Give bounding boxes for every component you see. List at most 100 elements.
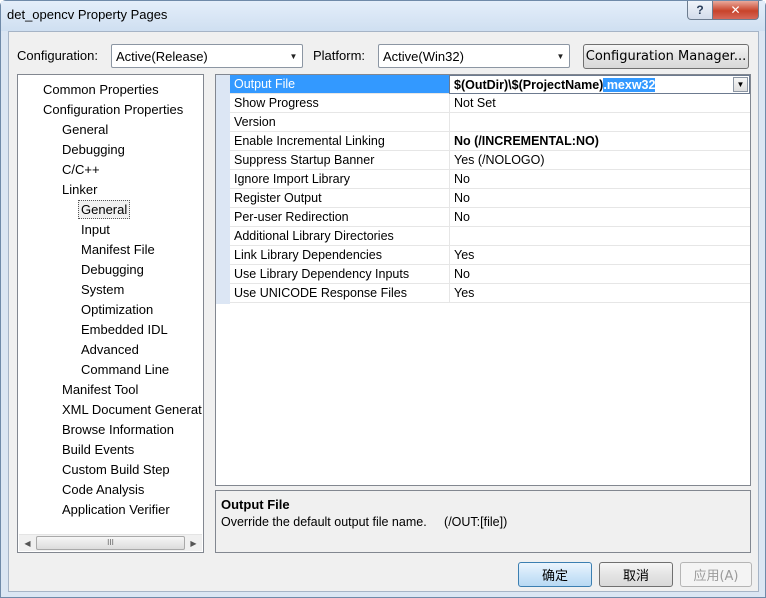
property-value-text: No <box>454 267 470 281</box>
ok-button[interactable]: 确定 <box>518 562 592 587</box>
property-name: Version <box>234 115 276 129</box>
tree-item[interactable]: System <box>79 280 126 299</box>
property-row[interactable]: Output File $(OutDir)\$(ProjectName).mexw… <box>230 75 750 94</box>
property-row[interactable]: Ignore Import Library No <box>230 170 750 189</box>
property-value-text: Not Set <box>454 96 496 110</box>
tree-item[interactable]: Optimization <box>79 300 155 319</box>
tree-item[interactable]: Configuration Properties <box>41 100 185 119</box>
property-name: Ignore Import Library <box>234 172 351 186</box>
property-value[interactable]: No <box>449 170 750 188</box>
property-value[interactable]: No <box>449 208 750 226</box>
chevron-down-icon: ▼ <box>289 51 298 61</box>
property-row[interactable]: Enable Incremental Linking No (/INCREMENT… <box>230 132 750 151</box>
property-value-text: No <box>454 210 470 224</box>
property-tree[interactable]: Common Properties Configuration Propertie… <box>17 74 204 553</box>
property-value[interactable]: No <box>449 265 750 283</box>
property-row[interactable]: Register Output No <box>230 189 750 208</box>
platform-select[interactable]: Active(Win32) ▼ <box>378 44 570 68</box>
dialog-client-area: Configuration: Active(Release) ▼ Platfor… <box>8 31 759 592</box>
chevron-down-icon[interactable]: ▼ <box>733 77 748 92</box>
description-panel: Output File Override the default output … <box>215 490 751 553</box>
property-value-text: No <box>454 191 470 205</box>
property-grid[interactable]: Output File $(OutDir)\$(ProjectName).mexw… <box>215 74 751 486</box>
grid-gutter <box>216 75 230 304</box>
property-value[interactable]: No (/INCREMENTAL:NO) <box>449 132 750 150</box>
property-value[interactable]: Yes <box>449 284 750 302</box>
close-button[interactable]: ✕ <box>712 1 759 20</box>
property-row[interactable]: Additional Library Directories <box>230 227 750 246</box>
property-name: Use Library Dependency Inputs <box>234 267 410 281</box>
property-name: Register Output <box>234 191 322 205</box>
help-button[interactable]: ? <box>687 1 713 20</box>
property-value-text: Yes <box>454 248 475 262</box>
property-name: Additional Library Directories <box>234 229 394 243</box>
tree-item[interactable]: C/C++ <box>60 160 102 179</box>
scroll-right-icon[interactable]: ▶ <box>185 535 202 551</box>
scroll-left-icon[interactable]: ◀ <box>19 535 36 551</box>
tree-item[interactable]: Build Events <box>60 440 136 459</box>
chevron-down-icon: ▼ <box>556 51 565 61</box>
property-row[interactable]: Show Progress Not Set <box>230 94 750 113</box>
property-row[interactable]: Per-user Redirection No <box>230 208 750 227</box>
property-name: Per-user Redirection <box>234 210 349 224</box>
tree-item[interactable]: Embedded IDL <box>79 320 170 339</box>
property-value[interactable] <box>449 113 750 131</box>
tree-item[interactable]: Code Analysis <box>60 480 146 499</box>
property-value-text: No <box>454 172 470 186</box>
tree-item[interactable]: Debugging <box>79 260 146 279</box>
selected-text-highlight: .mexw32 <box>603 78 656 92</box>
property-name: Suppress Startup Banner <box>234 153 375 167</box>
configuration-label: Configuration: <box>17 48 98 63</box>
platform-label: Platform: <box>313 48 366 63</box>
tree-item[interactable]: Browse Information <box>60 420 176 439</box>
property-value-text: Yes <box>454 286 475 300</box>
scrollbar-thumb[interactable]: III <box>36 536 185 550</box>
tree-horizontal-scrollbar[interactable]: ◀ III ▶ <box>19 534 202 551</box>
description-text: Override the default output file name. (… <box>221 515 508 529</box>
tree-item[interactable]: Custom Build Step <box>60 460 172 479</box>
configuration-value: Active(Release) <box>116 49 208 64</box>
tree-item[interactable]: Advanced <box>79 340 141 359</box>
property-value[interactable] <box>449 227 750 245</box>
property-name: Use UNICODE Response Files <box>234 286 407 300</box>
platform-value: Active(Win32) <box>383 49 464 64</box>
help-icon: ? <box>696 3 704 17</box>
property-name: Show Progress <box>234 96 319 110</box>
window-title: det_opencv Property Pages <box>7 7 168 22</box>
property-row[interactable]: Use Library Dependency Inputs No <box>230 265 750 284</box>
configuration-select[interactable]: Active(Release) ▼ <box>111 44 303 68</box>
property-value[interactable]: Yes <box>449 246 750 264</box>
configuration-manager-button[interactable]: Configuration Manager... <box>583 44 749 69</box>
property-value[interactable]: No <box>449 189 750 207</box>
tree-item[interactable]: Command Line <box>79 360 171 379</box>
close-icon: ✕ <box>730 3 741 17</box>
tree-item[interactable]: Input <box>79 220 112 239</box>
tree-item[interactable]: Manifest File <box>79 240 157 259</box>
tree-item[interactable]: Debugging <box>60 140 127 159</box>
property-pages-window: det_opencv Property Pages ? ✕ Configurat… <box>0 0 766 598</box>
property-value-text: Yes (/NOLOGO) <box>454 153 545 167</box>
tree-item[interactable]: Application Verifier <box>60 500 172 519</box>
property-value-text: No (/INCREMENTAL:NO) <box>454 134 599 148</box>
property-row[interactable]: Version <box>230 113 750 132</box>
title-bar[interactable]: det_opencv Property Pages ? ✕ <box>1 1 765 31</box>
property-name: Output File <box>234 77 296 91</box>
property-row[interactable]: Use UNICODE Response Files Yes <box>230 284 750 303</box>
tree-item[interactable]: Common Properties <box>41 80 161 99</box>
apply-button[interactable]: 应用(A) <box>680 562 752 587</box>
tree-item[interactable]: Linker <box>60 180 99 199</box>
property-value[interactable]: Yes (/NOLOGO) <box>449 151 750 169</box>
tree-item[interactable]: General <box>78 200 131 219</box>
description-title: Output File <box>221 497 290 512</box>
property-row[interactable]: Link Library Dependencies Yes <box>230 246 750 265</box>
property-row[interactable]: Suppress Startup Banner Yes (/NOLOGO) <box>230 151 750 170</box>
property-value-text: $(OutDir)\$(ProjectName) <box>454 78 604 92</box>
property-name: Enable Incremental Linking <box>234 134 385 148</box>
property-value[interactable]: Not Set <box>449 94 750 112</box>
tree-item[interactable]: XML Document Generat <box>60 400 203 419</box>
tree-item[interactable]: Manifest Tool <box>60 380 140 399</box>
property-name: Link Library Dependencies <box>234 248 383 262</box>
property-value[interactable]: $(OutDir)\$(ProjectName).mexw32 ▼ <box>449 75 750 94</box>
tree-item[interactable]: General <box>60 120 110 139</box>
cancel-button[interactable]: 取消 <box>599 562 673 587</box>
